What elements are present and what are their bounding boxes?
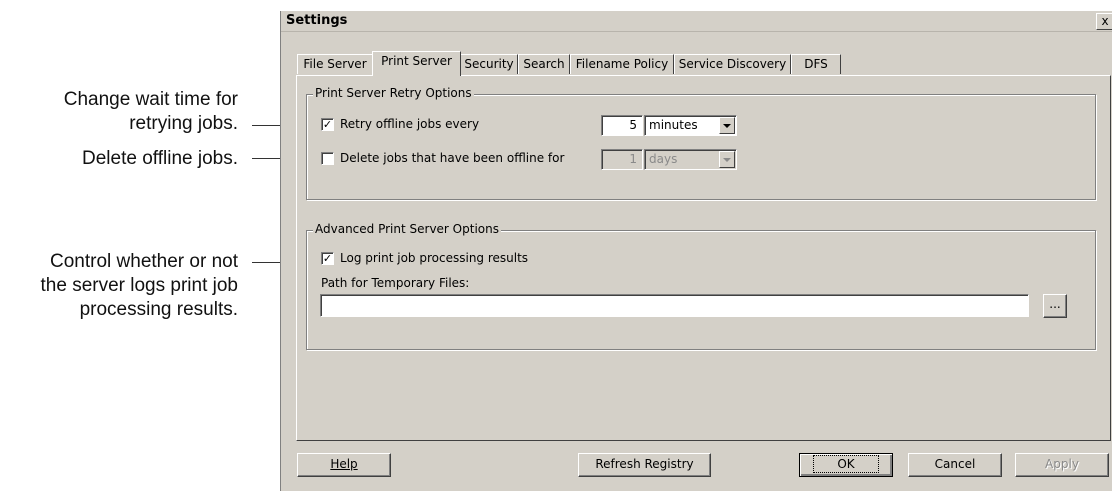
tab-security[interactable]: Security <box>460 54 518 74</box>
retry-interval-input[interactable]: 5 <box>601 115 643 136</box>
callout-log-line-1: Control whether or not <box>50 251 238 272</box>
delete-interval-input[interactable]: 1 <box>601 149 643 170</box>
refresh-registry-button[interactable]: Refresh Registry <box>578 453 711 477</box>
tab-search[interactable]: Search <box>518 54 570 74</box>
retry-options-group: Print Server Retry Options ✓ Retry offli… <box>306 86 1096 200</box>
tab-filename-policy[interactable]: Filename Policy <box>570 54 674 74</box>
close-button[interactable]: x <box>1096 13 1112 30</box>
help-button[interactable]: Help <box>297 453 391 477</box>
tab-dfs[interactable]: DFS <box>791 54 841 74</box>
tab-service-discovery[interactable]: Service Discovery <box>674 54 791 74</box>
retry-unit-select[interactable]: minutes <box>644 115 737 136</box>
retry-offline-label: Retry offline jobs every <box>340 117 480 131</box>
advanced-options-group: Advanced Print Server Options ✓ Log prin… <box>306 222 1096 350</box>
temp-path-input[interactable] <box>320 294 1029 317</box>
tab-file-server[interactable]: File Server <box>297 54 373 74</box>
cancel-button[interactable]: Cancel <box>908 453 1002 477</box>
retry-options-legend: Print Server Retry Options <box>313 86 474 100</box>
retry-offline-checkbox[interactable]: ✓ <box>321 118 334 131</box>
apply-button[interactable]: Apply <box>1015 453 1109 477</box>
browse-button[interactable]: ... <box>1043 294 1067 318</box>
callout-retry-line-1: Change wait time for <box>63 89 238 110</box>
callout-log-line-3: processing results. <box>79 299 238 320</box>
log-results-label: Log print job processing results <box>340 251 529 265</box>
advanced-options-legend: Advanced Print Server Options <box>313 222 501 236</box>
callout-log-line-2: the server logs print job <box>40 275 239 296</box>
callout-delete-line-1: Delete offline jobs. <box>82 148 238 169</box>
print-server-panel: Print Server Retry Options ✓ Retry offli… <box>296 75 1111 441</box>
chevron-down-icon[interactable] <box>719 117 735 134</box>
delete-unit-select[interactable]: days <box>644 149 737 170</box>
log-results-checkbox[interactable]: ✓ <box>321 252 334 265</box>
callout-log: Control whether or not the server logs p… <box>41 250 239 322</box>
delete-offline-label: Delete jobs that have been offline for <box>340 151 565 165</box>
title-bar: Settings x <box>281 11 1112 32</box>
tab-print-server[interactable]: Print Server <box>372 51 461 76</box>
temp-path-label: Path for Temporary Files: <box>321 276 470 290</box>
ok-button[interactable]: OK <box>799 453 893 477</box>
delete-offline-checkbox[interactable] <box>321 152 334 165</box>
settings-dialog: Settings x File Server Print Server Secu… <box>280 11 1112 491</box>
callout-retry: Change wait time for retrying jobs. <box>64 88 238 136</box>
chevron-down-icon[interactable] <box>719 151 735 168</box>
retry-unit-value: minutes <box>649 118 698 132</box>
callout-delete: Delete offline jobs. <box>82 147 238 171</box>
dialog-title: Settings <box>286 13 348 28</box>
delete-unit-value: days <box>649 152 678 166</box>
ok-button-label: OK <box>813 455 879 473</box>
help-button-label: Help <box>330 457 358 471</box>
callout-retry-line-2: retrying jobs. <box>129 113 238 134</box>
